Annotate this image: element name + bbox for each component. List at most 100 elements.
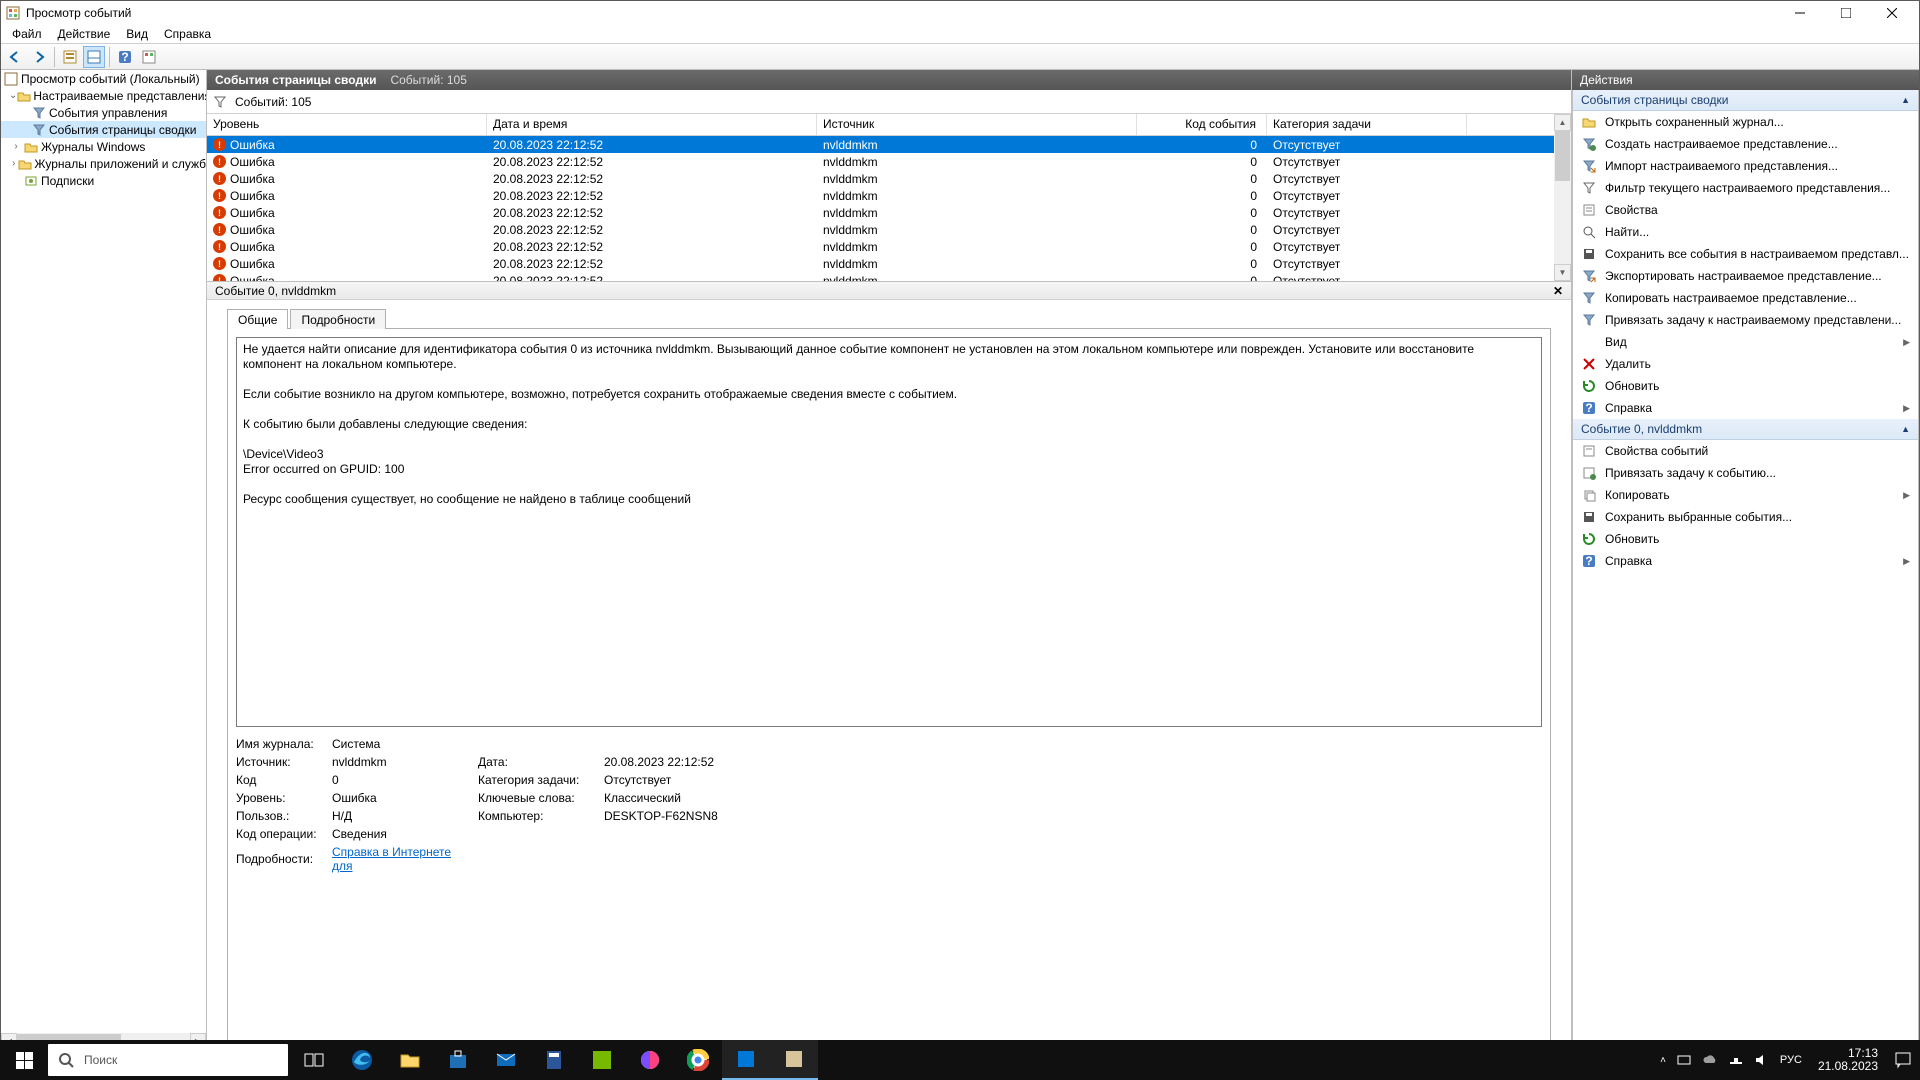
app-calculator[interactable] xyxy=(530,1040,578,1080)
grid-v-scrollbar[interactable]: ▲ ▼ xyxy=(1554,114,1571,281)
minimize-button[interactable] xyxy=(1777,1,1823,24)
actions-group-1[interactable]: События страницы сводки▲ xyxy=(1573,90,1918,111)
tray-icon-1[interactable] xyxy=(1676,1052,1692,1068)
action-item[interactable]: Обновить xyxy=(1573,528,1918,550)
nav-custom-views[interactable]: ⌄ Настраиваемые представления xyxy=(1,87,206,104)
action-item[interactable]: Импорт настраиваемого представления... xyxy=(1573,155,1918,177)
preview-pane-button[interactable] xyxy=(83,46,105,68)
table-row[interactable]: !Ошибка20.08.2023 22:12:52nvlddmkm0Отсут… xyxy=(207,272,1554,281)
action-item[interactable]: Свойства xyxy=(1573,199,1918,221)
error-icon: ! xyxy=(213,172,226,185)
tray-volume-icon[interactable] xyxy=(1754,1052,1770,1068)
system-tray[interactable]: ˄ РУС 17:13 21.08.2023 xyxy=(1652,1040,1920,1080)
app-explorer[interactable] xyxy=(386,1040,434,1080)
scroll-up-button[interactable]: ▲ xyxy=(1554,114,1571,131)
menu-help[interactable]: Справка xyxy=(156,25,219,43)
action-item[interactable]: Создать настраиваемое представление... xyxy=(1573,133,1918,155)
scroll-thumb[interactable] xyxy=(1555,131,1570,181)
chevron-right-icon: ▶ xyxy=(1903,556,1910,567)
events-grid[interactable]: Уровень Дата и время Источник Код событи… xyxy=(207,114,1554,281)
table-row[interactable]: !Ошибка20.08.2023 22:12:52nvlddmkm0Отсут… xyxy=(207,221,1554,238)
tab-general[interactable]: Общие xyxy=(227,309,288,329)
center-subtitle: Событий: 105 xyxy=(390,73,466,87)
taskbar[interactable]: Поиск ˄ РУС 17:13 21.08.2023 xyxy=(0,1040,1920,1080)
app-settings[interactable] xyxy=(722,1040,770,1080)
copy-icon xyxy=(1581,487,1597,503)
table-row[interactable]: !Ошибка20.08.2023 22:12:52nvlddmkm0Отсут… xyxy=(207,153,1554,170)
task-view-button[interactable] xyxy=(290,1040,338,1080)
action-item[interactable]: Копировать настраиваемое представление..… xyxy=(1573,287,1918,309)
nav-summary-events[interactable]: События страницы сводки xyxy=(1,121,206,138)
expand-icon[interactable]: › xyxy=(9,158,18,169)
app-nvidia[interactable] xyxy=(578,1040,626,1080)
tray-network-icon[interactable] xyxy=(1728,1052,1744,1068)
action-item[interactable]: ?Справка▶ xyxy=(1573,550,1918,572)
app-edge[interactable] xyxy=(338,1040,386,1080)
nav-windows-logs[interactable]: › Журналы Windows xyxy=(1,138,206,155)
tab-details[interactable]: Подробности xyxy=(290,309,386,329)
expand-icon[interactable]: › xyxy=(9,141,23,152)
back-button[interactable] xyxy=(4,46,26,68)
action-item[interactable]: Найти... xyxy=(1573,221,1918,243)
nav-app-logs[interactable]: › Журналы приложений и служб xyxy=(1,155,206,172)
preview-close-button[interactable]: ✕ xyxy=(1553,284,1563,298)
app-mail[interactable] xyxy=(482,1040,530,1080)
app-generic-1[interactable] xyxy=(626,1040,674,1080)
action-item[interactable]: Открыть сохраненный журнал... xyxy=(1573,111,1918,133)
action-help[interactable]: ?Справка▶ xyxy=(1573,397,1918,419)
table-row[interactable]: !Ошибка20.08.2023 22:12:52nvlddmkm0Отсут… xyxy=(207,204,1554,221)
action-item[interactable]: Копировать▶ xyxy=(1573,484,1918,506)
action-delete[interactable]: Удалить xyxy=(1573,353,1918,375)
tray-notifications-icon[interactable] xyxy=(1894,1051,1912,1069)
app-store[interactable] xyxy=(434,1040,482,1080)
close-button[interactable] xyxy=(1869,1,1915,24)
scroll-down-button[interactable]: ▼ xyxy=(1554,264,1571,281)
menu-action[interactable]: Действие xyxy=(50,25,119,43)
action-item[interactable]: Сохранить все события в настраиваемом пр… xyxy=(1573,243,1918,265)
nav-admin-events[interactable]: События управления xyxy=(1,104,206,121)
refresh-button[interactable] xyxy=(138,46,160,68)
taskbar-search[interactable]: Поиск xyxy=(48,1044,288,1076)
details-help-link[interactable]: Справка в Интернете для xyxy=(332,845,472,873)
error-icon: ! xyxy=(213,189,226,202)
action-item[interactable]: Экспортировать настраиваемое представлен… xyxy=(1573,265,1918,287)
forward-button[interactable] xyxy=(28,46,50,68)
action-view[interactable]: Вид▶ xyxy=(1573,331,1918,353)
nav-subscriptions[interactable]: Подписки xyxy=(1,172,206,189)
table-row[interactable]: !Ошибка20.08.2023 22:12:52nvlddmkm0Отсут… xyxy=(207,255,1554,272)
nav-root[interactable]: Просмотр событий (Локальный) xyxy=(1,70,206,87)
action-item[interactable]: Свойства событий xyxy=(1573,440,1918,462)
action-refresh[interactable]: Обновить xyxy=(1573,375,1918,397)
col-date[interactable]: Дата и время xyxy=(487,114,817,135)
col-source[interactable]: Источник xyxy=(817,114,1137,135)
action-item[interactable]: Привязать задачу к событию... xyxy=(1573,462,1918,484)
help-button[interactable]: ? xyxy=(114,46,136,68)
tray-clock[interactable]: 17:13 21.08.2023 xyxy=(1818,1047,1878,1073)
maximize-button[interactable] xyxy=(1823,1,1869,24)
col-code[interactable]: Код события xyxy=(1137,114,1267,135)
action-item[interactable]: Привязать задачу к настраиваемому предст… xyxy=(1573,309,1918,331)
table-row[interactable]: !Ошибка20.08.2023 22:12:52nvlddmkm0Отсут… xyxy=(207,187,1554,204)
tray-lang[interactable]: РУС xyxy=(1780,1054,1802,1066)
menu-file[interactable]: Файл xyxy=(4,25,50,43)
table-row[interactable]: !Ошибка20.08.2023 22:12:52nvlddmkm0Отсут… xyxy=(207,238,1554,255)
menu-view[interactable]: Вид xyxy=(118,25,156,43)
actions-group-2[interactable]: Событие 0, nvlddmkm▲ xyxy=(1573,419,1918,440)
app-event-viewer[interactable] xyxy=(770,1040,818,1080)
start-button[interactable] xyxy=(0,1040,48,1080)
action-item[interactable]: Сохранить выбранные события... xyxy=(1573,506,1918,528)
tray-chevron-icon[interactable]: ˄ xyxy=(1660,1055,1666,1066)
col-cat[interactable]: Категория задачи xyxy=(1267,114,1467,135)
tray-onedrive-icon[interactable] xyxy=(1702,1052,1718,1068)
collapse-icon[interactable]: ⌄ xyxy=(9,90,17,101)
nav-tree[interactable]: Просмотр событий (Локальный) ⌄ Настраива… xyxy=(1,70,207,1049)
app-chrome[interactable] xyxy=(674,1040,722,1080)
col-level[interactable]: Уровень xyxy=(207,114,487,135)
titlebar[interactable]: Просмотр событий xyxy=(1,1,1919,24)
show-tree-button[interactable] xyxy=(59,46,81,68)
table-row[interactable]: !Ошибка20.08.2023 22:12:52nvlddmkm0Отсут… xyxy=(207,170,1554,187)
event-description[interactable]: Не удается найти описание для идентифика… xyxy=(236,337,1542,727)
table-row[interactable]: !Ошибка20.08.2023 22:12:52nvlddmkm0Отсут… xyxy=(207,136,1554,153)
action-item[interactable]: Фильтр текущего настраиваемого представл… xyxy=(1573,177,1918,199)
actions-title: Действия xyxy=(1572,70,1919,90)
